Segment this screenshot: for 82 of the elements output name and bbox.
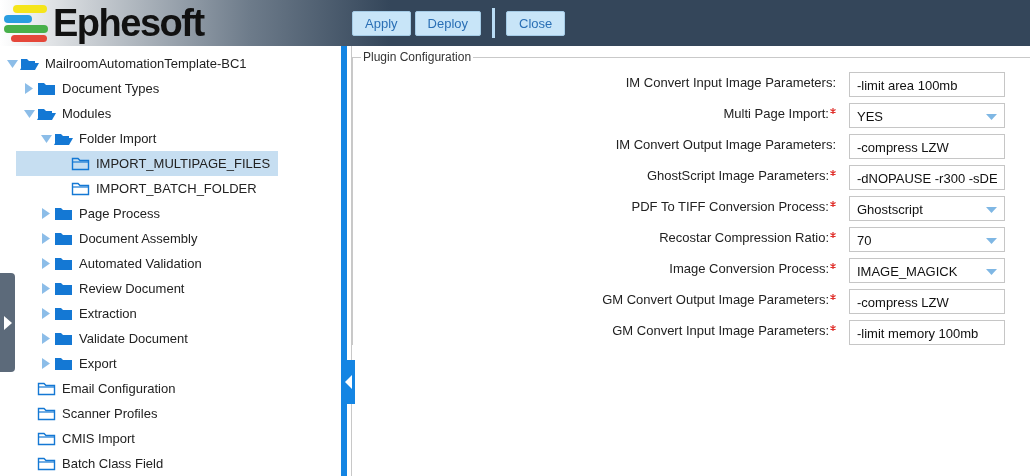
input-field[interactable]: -limit memory 100mb	[849, 320, 1005, 345]
folder-icon	[54, 356, 73, 371]
toolbar-button[interactable]: Apply	[352, 10, 411, 36]
tree-item[interactable]: Export	[16, 351, 146, 376]
logo-icon	[3, 3, 49, 43]
tree-item[interactable]: IMPORT_MULTIPAGE_FILES	[16, 151, 279, 176]
caret-right-icon[interactable]	[25, 83, 33, 94]
field-label: GM Convert Output Image Parameters:	[602, 292, 829, 307]
required-asterisk-icon	[830, 263, 836, 269]
caret-right-icon[interactable]	[42, 308, 50, 319]
field-label: Image Conversion Process:	[669, 261, 829, 276]
field-label: PDF To TIFF Conversion Process:	[631, 199, 829, 214]
toolbar-button[interactable]: Close	[506, 10, 566, 36]
open-folder-icon	[20, 56, 39, 71]
input-field[interactable]: -compress LZW	[849, 289, 1005, 314]
folder-outline-icon	[37, 406, 56, 421]
tree-item[interactable]: Extraction	[16, 301, 146, 326]
folder-icon	[54, 206, 73, 221]
field-label: GhostScript Image Parameters:	[646, 168, 829, 183]
logo-text: Ephesoft	[53, 3, 204, 43]
toolbar-button[interactable]: Deploy	[414, 10, 481, 36]
fieldset-legend: Plugin Configuration	[361, 50, 474, 64]
field-label: GM Convert Input Image Parameters:	[612, 323, 829, 338]
required-asterisk-icon	[830, 201, 836, 207]
tree-item[interactable]: IMPORT_BATCH_FOLDER	[16, 176, 265, 201]
tree-item[interactable]: Automated Validation	[16, 251, 210, 276]
tree-item[interactable]: Review Document	[16, 276, 193, 301]
folder-outline-icon	[37, 431, 56, 446]
dropdown[interactable]: 70	[849, 227, 1005, 252]
folder-icon	[54, 306, 73, 321]
tree-item[interactable]: Modules	[16, 101, 129, 126]
folder-icon	[54, 256, 73, 271]
tree-item[interactable]: Email Configuration	[16, 376, 184, 401]
required-asterisk-icon	[830, 232, 836, 238]
field-label: Multi Page Import:	[723, 106, 829, 121]
caret-down-icon[interactable]	[40, 134, 52, 143]
field-label: IM Convert Output Image Parameters:	[615, 137, 836, 152]
folder-outline-icon	[71, 156, 90, 171]
caret-down-icon[interactable]	[23, 109, 35, 118]
caret-right-icon[interactable]	[42, 358, 50, 369]
open-folder-icon	[54, 131, 73, 146]
tree-item[interactable]: Document Types	[16, 76, 168, 101]
dropdown[interactable]: IMAGE_MAGICK	[849, 258, 1005, 283]
folder-outline-icon	[71, 181, 90, 196]
tree-item[interactable]: Scanner Profiles	[16, 401, 166, 426]
folder-outline-icon	[37, 381, 56, 396]
tree-item[interactable]: CMIS Import	[16, 426, 143, 451]
folder-icon	[54, 231, 73, 246]
required-asterisk-icon	[830, 170, 836, 176]
tree-item[interactable]: Document Assembly	[16, 226, 206, 251]
field-label: IM Convert Input Image Parameters:	[625, 75, 836, 90]
dropdown[interactable]: Ghostscript	[849, 196, 1005, 221]
folder-icon	[54, 281, 73, 296]
open-folder-icon	[37, 106, 56, 121]
caret-down-icon	[986, 113, 997, 120]
caret-down-icon	[986, 206, 997, 213]
required-asterisk-icon	[830, 294, 836, 300]
tree-item[interactable]: Page Process	[16, 201, 168, 226]
input-field[interactable]: -limit area 100mb	[849, 72, 1005, 97]
caret-down-icon	[986, 237, 997, 244]
required-asterisk-icon	[830, 108, 836, 114]
caret-right-icon[interactable]	[42, 333, 50, 344]
folder-icon	[54, 331, 73, 346]
caret-right-icon[interactable]	[42, 258, 50, 269]
input-field[interactable]: -compress LZW	[849, 134, 1005, 159]
tree-item[interactable]: Batch Class Field	[16, 451, 172, 476]
caret-right-icon[interactable]	[42, 208, 50, 219]
caret-right-icon[interactable]	[42, 233, 50, 244]
tree-item[interactable]: Folder Import	[16, 126, 165, 151]
required-asterisk-icon	[830, 325, 836, 331]
dropdown[interactable]: YES	[849, 103, 1005, 128]
caret-right-icon[interactable]	[42, 283, 50, 294]
expand-panel-handle[interactable]	[0, 273, 15, 372]
folder-icon	[37, 81, 56, 96]
tree-item[interactable]: MailroomAutomationTemplate-BC1	[4, 51, 255, 76]
input-field[interactable]: -dNOPAUSE -r300 -sDE	[849, 165, 1005, 190]
field-label: Recostar Compression Ratio:	[659, 230, 829, 245]
tree-item[interactable]: Validate Document	[16, 326, 196, 351]
caret-down-icon	[986, 268, 997, 275]
caret-down-icon[interactable]	[6, 59, 18, 68]
folder-outline-icon	[37, 456, 56, 471]
caret-right-icon	[3, 315, 12, 330]
